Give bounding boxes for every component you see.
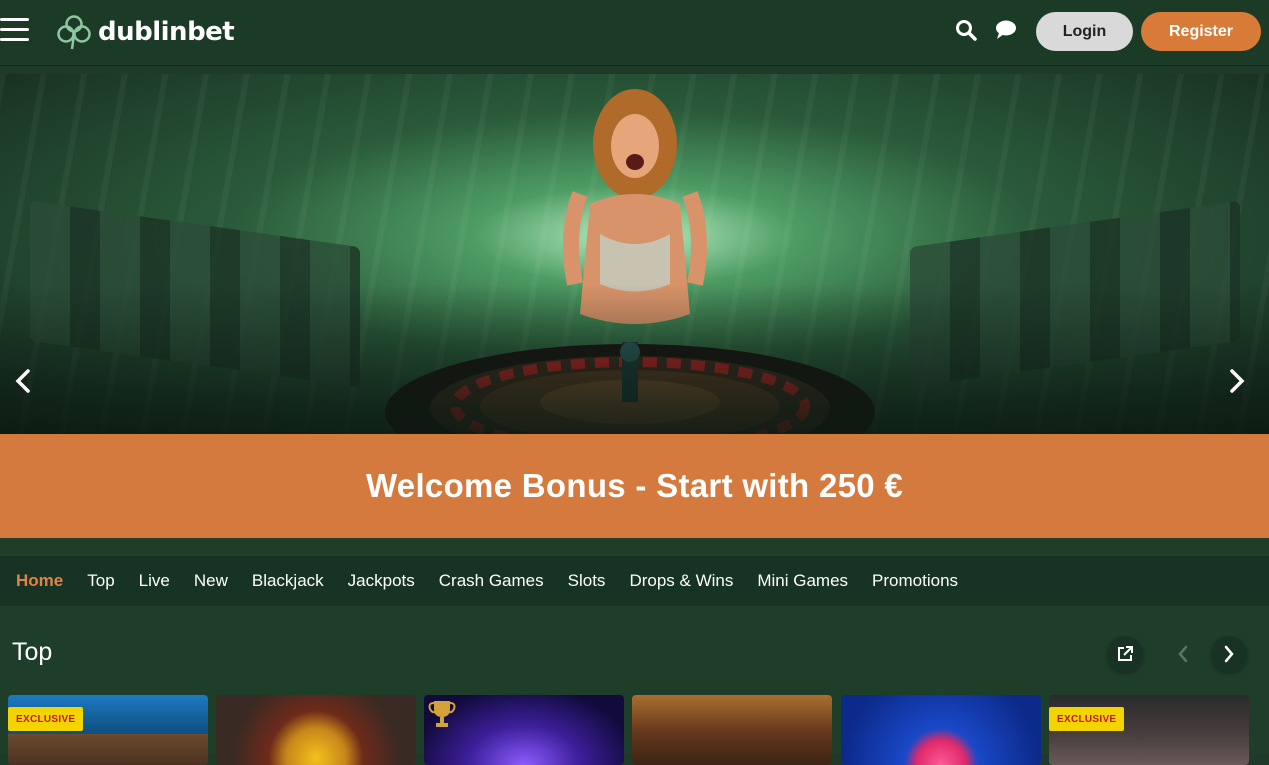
game-tile[interactable] — [632, 695, 832, 765]
game-tile[interactable]: EXCLUSIVE — [8, 695, 208, 765]
logo-text: dublinbet — [98, 17, 235, 47]
trophy-icon — [428, 701, 456, 727]
hamburger-menu-icon[interactable] — [0, 18, 30, 46]
view-all-button[interactable] — [1107, 636, 1143, 672]
hero-next-arrow[interactable] — [1222, 364, 1252, 398]
game-tiles-row: EXCLUSIVE EXCLUSIVE — [8, 695, 1269, 765]
site-header: dublinbet Login Register — [0, 0, 1269, 66]
hero-prev-arrow[interactable] — [8, 364, 38, 398]
category-promotions[interactable]: Promotions — [872, 571, 958, 591]
chat-icon[interactable] — [992, 16, 1020, 44]
carousel-prev-button[interactable] — [1165, 636, 1201, 672]
external-link-icon — [1118, 646, 1133, 661]
hero-floor — [0, 284, 1269, 434]
game-tile[interactable] — [841, 695, 1041, 765]
category-live[interactable]: Live — [139, 571, 170, 591]
logo[interactable]: dublinbet — [56, 12, 235, 52]
category-blackjack[interactable]: Blackjack — [252, 571, 324, 591]
chevron-left-icon — [1178, 645, 1188, 663]
chevron-right-icon — [1230, 369, 1245, 393]
game-tile[interactable] — [216, 695, 416, 765]
login-button[interactable]: Login — [1036, 12, 1133, 51]
category-mini-games[interactable]: Mini Games — [757, 571, 848, 591]
exclusive-badge: EXCLUSIVE — [8, 707, 84, 731]
category-crash-games[interactable]: Crash Games — [439, 571, 544, 591]
category-slots[interactable]: Slots — [568, 571, 606, 591]
category-home[interactable]: Home — [16, 571, 63, 591]
chevron-left-icon — [15, 369, 30, 393]
category-top[interactable]: Top — [87, 571, 114, 591]
carousel-next-button[interactable] — [1211, 636, 1247, 672]
clover-logo-icon — [57, 15, 91, 50]
register-button[interactable]: Register — [1141, 12, 1261, 51]
section-title-top: Top — [12, 638, 53, 666]
category-jackpots[interactable]: Jackpots — [348, 571, 415, 591]
chevron-right-icon — [1224, 645, 1234, 663]
category-nav: Home Top Live New Blackjack Jackpots Cra… — [0, 556, 1269, 606]
search-icon[interactable] — [952, 16, 980, 44]
welcome-bonus-text: Welcome Bonus - Start with 250 € — [365, 467, 904, 504]
game-tile[interactable] — [424, 695, 624, 765]
welcome-bonus-banner[interactable]: Welcome Bonus - Start with 250 € — [0, 434, 1269, 538]
category-new[interactable]: New — [194, 571, 228, 591]
exclusive-badge: EXCLUSIVE — [1049, 707, 1125, 731]
category-drops-wins[interactable]: Drops & Wins — [629, 571, 733, 591]
hero-banner[interactable] — [0, 74, 1269, 434]
game-tile[interactable]: EXCLUSIVE — [1049, 695, 1249, 765]
